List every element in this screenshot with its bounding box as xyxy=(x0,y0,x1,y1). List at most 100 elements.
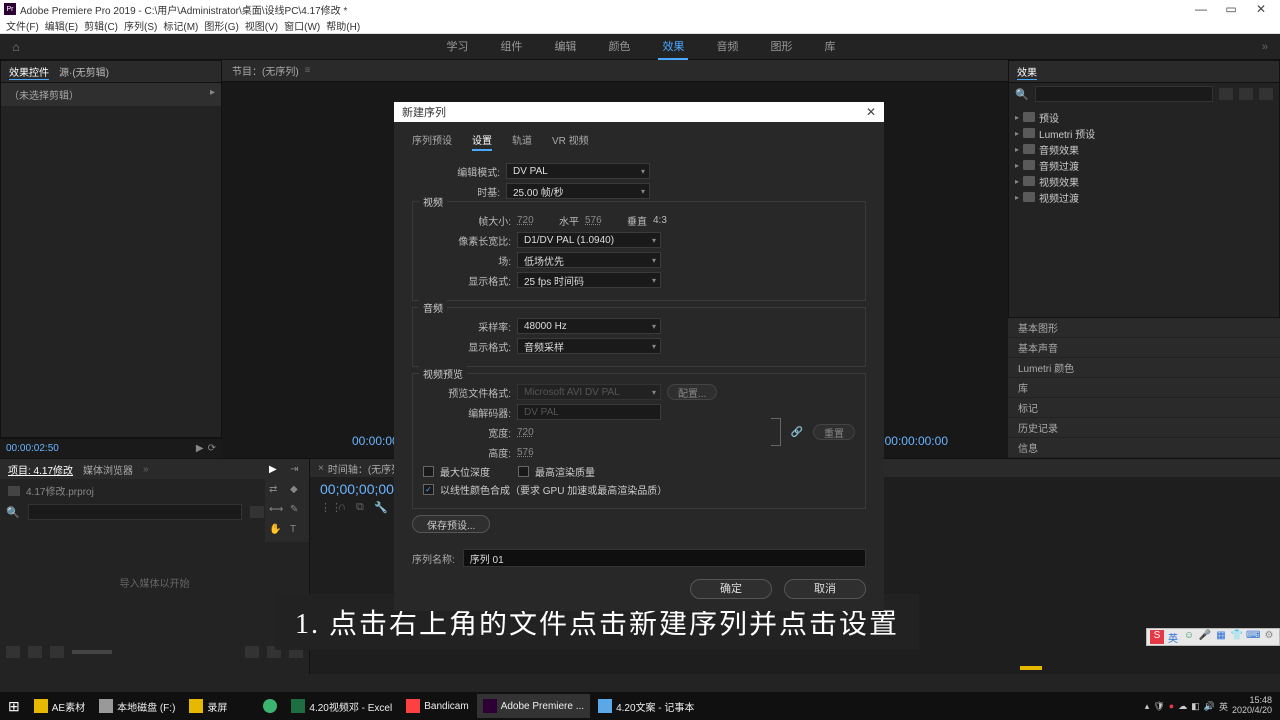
timebase-dropdown[interactable]: 25.00 帧/秒▾ xyxy=(506,183,650,199)
proj-new-bin-icon[interactable] xyxy=(245,646,259,658)
ws-tab-editing[interactable]: 编辑 xyxy=(550,34,580,60)
ime-sogou-icon[interactable]: S xyxy=(1150,630,1164,644)
audio-display-fmt-dropdown[interactable]: 音频采样▾ xyxy=(517,338,661,354)
ime-skin-icon[interactable]: 👕 xyxy=(1230,630,1244,644)
home-button[interactable]: ⌂ xyxy=(0,40,32,54)
maximize-button[interactable]: ▭ xyxy=(1216,2,1246,16)
type-tool-icon[interactable]: T xyxy=(290,524,304,538)
32bit-icon[interactable] xyxy=(1259,88,1273,100)
proj-icon-view-icon[interactable] xyxy=(28,646,42,658)
tray-app-icon[interactable]: ◧ xyxy=(1191,701,1200,712)
panel-tab-effects[interactable]: 效果 xyxy=(1017,64,1037,80)
ws-tab-more[interactable]: » xyxy=(1250,41,1280,53)
yuv-icon[interactable] xyxy=(1219,88,1233,100)
media-browser-tab[interactable]: 媒体浏览器 xyxy=(83,462,133,477)
dlg-tab-vr[interactable]: VR 视频 xyxy=(552,132,589,151)
dialog-close-button[interactable]: ✕ xyxy=(866,105,876,119)
taskbar-item[interactable]: 录屏 xyxy=(183,694,233,718)
slip-tool-icon[interactable]: ⟷ xyxy=(269,504,283,518)
tray-rec-icon[interactable]: ● xyxy=(1169,701,1174,711)
menu-marker[interactable]: 标记(M) xyxy=(161,18,200,33)
ws-tab-graphics[interactable]: 图形 xyxy=(766,34,796,60)
fields-dropdown[interactable]: 低场优先▾ xyxy=(517,252,661,268)
tree-item-audio-trans[interactable]: ▸音频过渡 xyxy=(1015,157,1273,173)
dlg-tab-tracks[interactable]: 轨道 xyxy=(512,132,532,151)
ruler-icon[interactable]: ▶ xyxy=(196,443,204,454)
ime-emoji-icon[interactable]: ☺ xyxy=(1182,630,1196,644)
effects-search-input[interactable] xyxy=(1035,86,1213,102)
timeline-header-label[interactable]: 时间轴：(无序列) xyxy=(328,461,405,476)
project-empty-message[interactable]: 导入媒体以开始 xyxy=(0,522,309,642)
proj-list-view-icon[interactable] xyxy=(6,646,20,658)
frame-width-input[interactable]: 720 xyxy=(517,215,553,226)
ime-voice-icon[interactable]: 🎤 xyxy=(1198,630,1212,644)
dlg-tab-settings[interactable]: 设置 xyxy=(472,132,492,151)
start-button[interactable]: ⊞ xyxy=(2,694,26,718)
ime-keyboard-icon[interactable]: ⌨ xyxy=(1246,630,1260,644)
proj-view-icon[interactable] xyxy=(250,506,264,518)
system-tray[interactable]: ▴ 🛡 ● ☁ ◧ 🔊 英 15:48 2020/4/20 xyxy=(1139,696,1278,716)
linear-color-checkbox[interactable]: ✓ xyxy=(423,484,434,495)
program-header[interactable]: 节目：(无序列) xyxy=(232,63,299,78)
panel-libraries[interactable]: 库 xyxy=(1008,378,1280,398)
tree-item-video-fx[interactable]: ▸视频效果 xyxy=(1015,173,1273,189)
panel-markers[interactable]: 标记 xyxy=(1008,398,1280,418)
project-tab[interactable]: 项目: 4.17修改 xyxy=(8,462,73,477)
tree-item-audio-fx[interactable]: ▸音频效果 xyxy=(1015,141,1273,157)
taskbar-excel[interactable]: 4.20视频邓 - Excel xyxy=(285,694,398,718)
panel-tab-effect-controls[interactable]: 效果控件 xyxy=(9,64,49,80)
ws-tab-color[interactable]: 颜色 xyxy=(604,34,634,60)
frame-height-input[interactable]: 576 xyxy=(585,215,621,226)
tray-lang[interactable]: 英 xyxy=(1219,700,1228,713)
selection-tool-icon[interactable]: ▶ xyxy=(269,464,283,478)
ws-tab-effects[interactable]: 效果 xyxy=(658,34,688,60)
taskbar-notepad[interactable]: 4.20文案 - 记事本 xyxy=(592,694,700,718)
accel-icon[interactable] xyxy=(1239,88,1253,100)
track-select-tool-icon[interactable]: ⇥ xyxy=(290,464,304,478)
taskbar-premiere[interactable]: Adobe Premiere ... xyxy=(477,694,590,718)
ime-lang[interactable]: 英 xyxy=(1166,630,1180,644)
zoom-slider[interactable] xyxy=(72,650,112,654)
ime-clipboard-icon[interactable]: ▦ xyxy=(1214,630,1228,644)
tree-item-presets[interactable]: ▸预设 xyxy=(1015,109,1273,125)
max-render-checkbox[interactable] xyxy=(518,466,529,477)
panel-info[interactable]: 信息 xyxy=(1008,438,1280,458)
minimize-button[interactable]: — xyxy=(1186,2,1216,16)
tree-item-video-trans[interactable]: ▸视频过渡 xyxy=(1015,189,1273,205)
menu-file[interactable]: 文件(F) xyxy=(4,18,41,33)
menu-window[interactable]: 窗口(W) xyxy=(282,18,322,33)
taskbar-item[interactable]: AE素材 xyxy=(28,694,91,718)
ok-button[interactable]: 确定 xyxy=(690,579,772,599)
cancel-button[interactable]: 取消 xyxy=(784,579,866,599)
edit-mode-dropdown[interactable]: DV PAL▾ xyxy=(506,163,650,179)
reset-button[interactable]: 重置 xyxy=(813,424,855,440)
ime-toolbar[interactable]: S 英 ☺ 🎤 ▦ 👕 ⌨ ⚙ xyxy=(1146,628,1280,646)
ime-settings-icon[interactable]: ⚙ xyxy=(1262,630,1276,644)
save-preset-button[interactable]: 保存预设... xyxy=(412,515,490,533)
menu-view[interactable]: 视图(V) xyxy=(243,18,280,33)
ruler-icon2[interactable]: ⟳ xyxy=(208,443,216,454)
tl-marker-icon[interactable]: ⧉ xyxy=(356,501,368,513)
menu-edit[interactable]: 编辑(E) xyxy=(43,18,80,33)
tl-wrench-icon[interactable]: 🔧 xyxy=(374,501,386,513)
preview-width-input[interactable]: 720 xyxy=(517,427,553,438)
tree-item-lumetri[interactable]: ▸Lumetri 预设 xyxy=(1015,125,1273,141)
tl-link-icon[interactable]: ∩ xyxy=(338,501,350,513)
preview-height-input[interactable]: 576 xyxy=(517,447,553,458)
proj-freeform-icon[interactable] xyxy=(50,646,64,658)
max-bit-depth-checkbox[interactable] xyxy=(423,466,434,477)
razor-tool-icon[interactable]: ◆ xyxy=(290,484,304,498)
dlg-tab-preset[interactable]: 序列预设 xyxy=(412,132,452,151)
panel-history[interactable]: 历史记录 xyxy=(1008,418,1280,438)
ws-tab-learn[interactable]: 学习 xyxy=(442,34,472,60)
sequence-name-input[interactable] xyxy=(463,549,866,567)
menu-graphics[interactable]: 图形(G) xyxy=(202,18,240,33)
chain-icon[interactable]: 🔗 xyxy=(791,427,803,438)
ws-tab-assembly[interactable]: 组件 xyxy=(496,34,526,60)
panel-essential-graphics[interactable]: 基本图形 xyxy=(1008,318,1280,338)
tl-snap-icon[interactable]: ⋮⋮ xyxy=(320,501,332,513)
par-dropdown[interactable]: D1/DV PAL (1.0940)▾ xyxy=(517,232,661,248)
menu-sequence[interactable]: 序列(S) xyxy=(122,18,159,33)
tray-volume-icon[interactable]: 🔊 xyxy=(1204,701,1215,712)
tray-clock[interactable]: 15:48 2020/4/20 xyxy=(1232,696,1272,716)
